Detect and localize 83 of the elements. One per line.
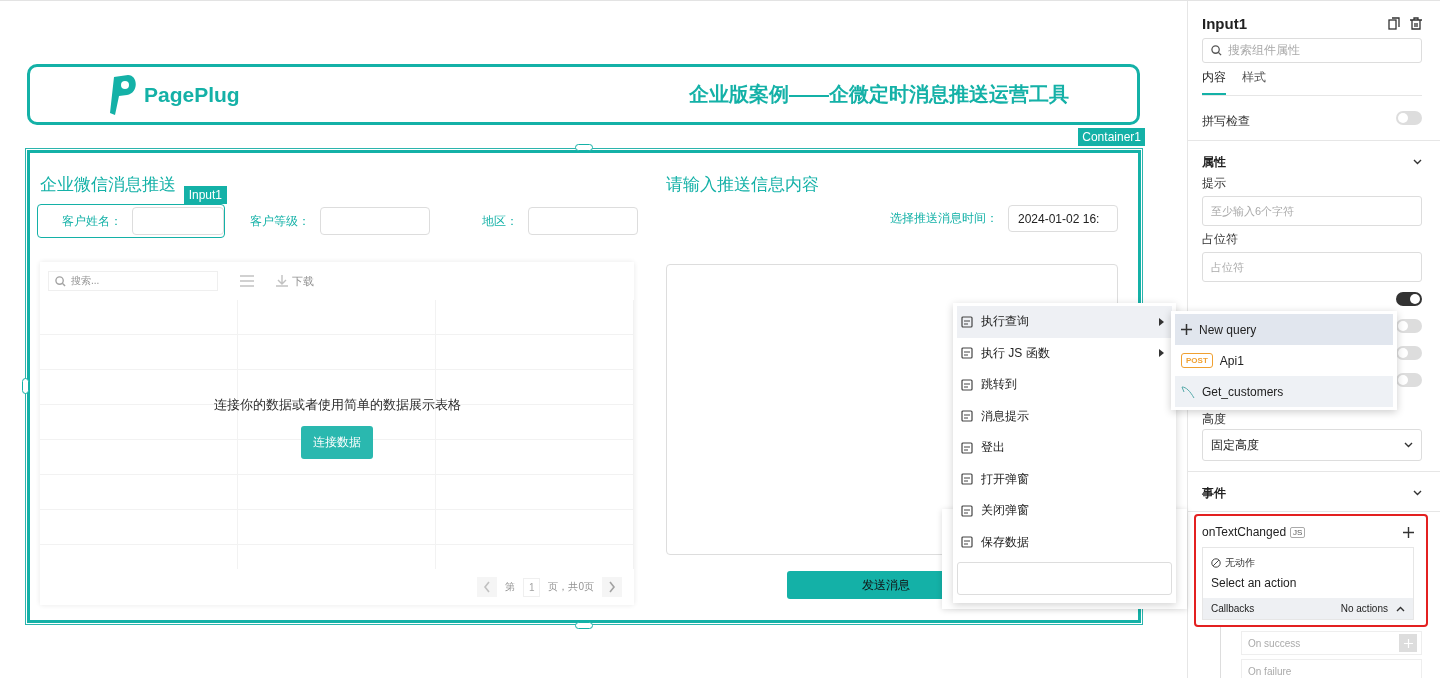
resize-handle[interactable] bbox=[575, 144, 593, 151]
callback-label: On failure bbox=[1248, 665, 1292, 677]
submenu-item[interactable]: Get_customers bbox=[1175, 376, 1393, 407]
chevron-down-icon[interactable] bbox=[1413, 159, 1422, 165]
plus-icon bbox=[1403, 638, 1413, 648]
field-label: 地区： bbox=[482, 212, 518, 230]
field-label: 客户姓名： bbox=[62, 212, 122, 230]
copy-icon[interactable] bbox=[1388, 16, 1400, 30]
search-icon bbox=[1211, 45, 1222, 56]
next-page-button[interactable] bbox=[602, 577, 622, 597]
square-icon bbox=[961, 347, 973, 360]
chevron-left-icon bbox=[482, 581, 491, 593]
page-title: 企业版案例——企微定时消息推送运营工具 bbox=[689, 82, 1069, 107]
method-badge: POST bbox=[1181, 353, 1213, 368]
toggle-switch[interactable] bbox=[1396, 111, 1422, 125]
square-icon bbox=[961, 315, 973, 328]
square-icon bbox=[961, 378, 973, 391]
empty-message: 连接你的数据或者使用简单的数据展示表格 bbox=[213, 396, 461, 414]
search-placeholder: 搜索... bbox=[71, 274, 100, 288]
chevron-up-icon[interactable] bbox=[1396, 605, 1405, 612]
previous-page-button[interactable] bbox=[476, 577, 497, 597]
logo-icon bbox=[108, 72, 138, 117]
property-label: 高度 bbox=[1202, 411, 1227, 426]
action-card[interactable]: 无动作 Select an action Callbacks No actions bbox=[1202, 547, 1414, 620]
action-status: 无动作 bbox=[1225, 556, 1255, 570]
property-label: 拼写检查 bbox=[1202, 113, 1250, 128]
property-label: 提示 bbox=[1202, 175, 1227, 190]
trash-icon[interactable] bbox=[1410, 16, 1422, 30]
submenu-item[interactable]: New query bbox=[1175, 314, 1393, 345]
resize-handle[interactable] bbox=[575, 622, 593, 629]
list-icon[interactable] bbox=[240, 275, 254, 287]
square-icon bbox=[961, 441, 973, 454]
panel-title: Input1 bbox=[1202, 14, 1248, 32]
submenu-item[interactable]: POST Api1 bbox=[1175, 345, 1393, 376]
toggle-switch[interactable] bbox=[1396, 319, 1422, 333]
pager-text: 第 bbox=[504, 580, 515, 594]
toggle-switch[interactable] bbox=[1396, 292, 1422, 306]
chevron-down-icon[interactable] bbox=[1413, 490, 1422, 496]
js-badge[interactable]: JS bbox=[1290, 526, 1306, 538]
callbacks-label: Callbacks bbox=[1211, 603, 1256, 614]
callback-label: On success bbox=[1248, 637, 1301, 649]
panel-tab[interactable]: 样式 bbox=[1242, 69, 1266, 95]
square-icon bbox=[961, 410, 973, 423]
property-label: 占位符 bbox=[1202, 231, 1239, 246]
panel-tab[interactable]: 内容 bbox=[1202, 69, 1226, 95]
toggle-switch[interactable] bbox=[1396, 346, 1422, 360]
input-field[interactable] bbox=[320, 207, 430, 235]
download-icon bbox=[276, 275, 288, 287]
chevron-right-icon bbox=[608, 581, 616, 593]
no-entry-icon bbox=[1211, 558, 1221, 568]
pager-text: 页，共0页 bbox=[548, 580, 594, 594]
field-label: 客户等级： bbox=[250, 212, 310, 230]
container-label: Container1 bbox=[1078, 128, 1145, 146]
logo-text: PagePlug bbox=[144, 82, 240, 107]
search-icon bbox=[55, 275, 66, 287]
height-select[interactable]: 固定高度 bbox=[1202, 429, 1422, 461]
input-field[interactable] bbox=[132, 207, 224, 235]
input-field[interactable] bbox=[528, 207, 638, 235]
hint-input[interactable]: 至少输入6个字符 bbox=[1202, 196, 1422, 226]
action-prompt: Select an action bbox=[1210, 575, 1298, 592]
add-button[interactable] bbox=[1399, 634, 1417, 652]
event-name: onTextChanged bbox=[1202, 525, 1287, 539]
section-heading: 企业微信消息推送 bbox=[40, 174, 176, 196]
square-icon bbox=[961, 536, 973, 549]
input-field[interactable] bbox=[957, 562, 1172, 595]
square-icon bbox=[961, 504, 973, 517]
square-icon bbox=[961, 473, 973, 486]
plus-icon[interactable] bbox=[1403, 526, 1414, 538]
callbacks-bar[interactable]: Callbacks No actions bbox=[1203, 598, 1413, 619]
callbacks-count: No actions bbox=[1340, 603, 1388, 614]
section-title: 事件 bbox=[1202, 484, 1226, 502]
plus-icon bbox=[1181, 324, 1192, 335]
widget-label: Input1 bbox=[183, 186, 227, 204]
search-placeholder: 搜索组件属性 bbox=[1228, 42, 1300, 59]
section-heading: 请输入推送信息内容 bbox=[666, 174, 819, 196]
chevron-down-icon bbox=[1404, 442, 1413, 448]
datetime-field[interactable]: 2024-01-02 16: bbox=[1008, 205, 1118, 232]
menu-item[interactable]: 执行查询 bbox=[957, 306, 1172, 338]
toggle-switch[interactable] bbox=[1396, 373, 1422, 387]
resize-handle[interactable] bbox=[22, 378, 29, 394]
field-label: 选择推送消息时间： bbox=[890, 210, 998, 227]
section-title: 属性 bbox=[1202, 153, 1226, 171]
placeholder-input[interactable]: 占位符 bbox=[1202, 252, 1422, 282]
